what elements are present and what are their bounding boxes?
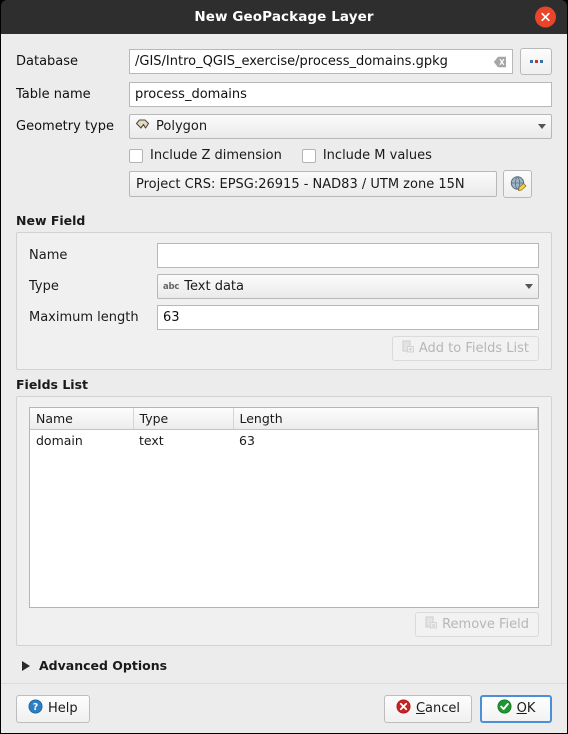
field-type-value: Text data xyxy=(184,279,244,294)
close-icon[interactable] xyxy=(535,6,556,28)
database-value: /GIS/Intro_QGIS_exercise/process_domains… xyxy=(135,54,448,69)
geometry-type-label: Geometry type xyxy=(16,119,114,134)
advanced-options-label: Advanced Options xyxy=(39,658,168,673)
max-length-label: Maximum length xyxy=(29,310,139,325)
geometry-type-combo[interactable]: Polygon xyxy=(129,114,552,139)
column-header-length[interactable]: Length xyxy=(233,408,538,430)
max-length-input[interactable]: 63 xyxy=(157,305,539,330)
fields-list-title: Fields List xyxy=(16,377,88,392)
ok-icon xyxy=(497,699,512,718)
database-browse-button[interactable] xyxy=(520,48,552,75)
max-length-value: 63 xyxy=(163,310,180,325)
abc-icon: abc xyxy=(163,281,180,292)
ok-label: K xyxy=(526,701,536,716)
table-name-label: Table name xyxy=(16,87,91,102)
chevron-right-icon xyxy=(22,660,30,671)
field-type-label: Type xyxy=(29,279,59,294)
remove-field-icon xyxy=(425,616,438,633)
ok-button[interactable]: OK xyxy=(480,694,552,723)
add-field-icon xyxy=(402,340,415,357)
field-name-input[interactable] xyxy=(157,243,539,268)
fields-table-wrap[interactable]: Name Type Length domain text 63 xyxy=(29,407,539,608)
crs-row: Project CRS: EPSG:26915 - NAD83 / UTM zo… xyxy=(129,170,552,198)
new-geopackage-layer-dialog: New GeoPackage Layer Database /GIS/Intro… xyxy=(0,0,568,734)
cancel-label-accel: C xyxy=(415,701,426,716)
include-m-label: Include M values xyxy=(322,148,432,163)
svg-text:?: ? xyxy=(33,702,39,713)
table-name-row: Table name process_domains xyxy=(16,82,552,107)
crs-combo[interactable]: Project CRS: EPSG:26915 - NAD83 / UTM zo… xyxy=(129,171,497,197)
table-name-value: process_domains xyxy=(135,87,247,102)
advanced-options-toggle[interactable]: Advanced Options xyxy=(16,646,552,683)
geometry-type-value: Polygon xyxy=(156,119,208,134)
dialog-titlebar: New GeoPackage Layer xyxy=(1,0,567,34)
field-type-combo[interactable]: abc Text data xyxy=(157,274,539,299)
new-field-title: New Field xyxy=(16,213,86,228)
include-z-checkbox[interactable] xyxy=(129,148,143,163)
table-row[interactable]: domain text 63 xyxy=(30,430,538,452)
remove-field-row: Remove Field xyxy=(29,612,539,637)
cell-length: 63 xyxy=(239,433,255,448)
cell-name: domain xyxy=(36,433,83,448)
help-button[interactable]: ? Help xyxy=(16,694,90,723)
column-header-type[interactable]: Type xyxy=(133,408,234,430)
remove-field-label: Remove Field xyxy=(442,617,529,632)
fields-table: Name Type Length domain text 63 xyxy=(30,408,538,451)
column-header-name[interactable]: Name xyxy=(30,408,134,430)
help-icon: ? xyxy=(28,699,43,718)
help-label: Help xyxy=(48,701,78,716)
dialog-footer: ? Help Cancel OK xyxy=(1,683,567,733)
remove-field-button[interactable]: Remove Field xyxy=(415,612,539,637)
database-row: Database /GIS/Intro_QGIS_exercise/proces… xyxy=(16,48,552,75)
database-label: Database xyxy=(16,54,79,69)
ellipsis-icon xyxy=(529,60,543,63)
add-to-fields-list-label: Add to Fields List xyxy=(418,341,529,356)
cancel-label: ancel xyxy=(425,701,460,716)
table-name-input[interactable]: process_domains xyxy=(129,82,552,107)
cell-type: text xyxy=(139,433,164,448)
dimension-checkbox-row: Include Z dimension Include M values xyxy=(129,148,552,163)
cancel-icon xyxy=(396,699,411,718)
field-name-label: Name xyxy=(29,248,68,263)
chevron-down-icon xyxy=(525,284,533,289)
max-length-row: Maximum length 63 xyxy=(29,305,539,330)
polygon-icon xyxy=(135,118,150,135)
add-to-fields-list-button[interactable]: Add to Fields List xyxy=(391,336,539,361)
add-field-row: Add to Fields List xyxy=(29,336,539,361)
fields-list-group: Name Type Length domain text 63 Remove F… xyxy=(16,396,552,646)
dialog-title: New GeoPackage Layer xyxy=(194,9,374,25)
chevron-down-icon xyxy=(538,124,546,129)
table-header-row: Name Type Length xyxy=(30,408,538,430)
include-z-label: Include Z dimension xyxy=(150,148,282,163)
new-field-group: Name Type abc Text data Maximum length 6… xyxy=(16,232,552,370)
cancel-button[interactable]: Cancel xyxy=(383,694,472,723)
include-m-checkbox[interactable] xyxy=(301,148,316,163)
crs-select-button[interactable] xyxy=(503,170,532,198)
geometry-type-row: Geometry type Polygon xyxy=(16,114,552,139)
ok-label-accel: O xyxy=(516,701,527,716)
dialog-content: Database /GIS/Intro_QGIS_exercise/proces… xyxy=(1,34,567,683)
crs-globe-icon xyxy=(510,176,526,191)
clear-icon[interactable] xyxy=(492,55,507,69)
database-input[interactable]: /GIS/Intro_QGIS_exercise/process_domains… xyxy=(129,49,513,74)
field-name-row: Name xyxy=(29,243,539,268)
crs-value: Project CRS: EPSG:26915 - NAD83 / UTM zo… xyxy=(136,176,465,192)
field-type-row: Type abc Text data xyxy=(29,274,539,299)
